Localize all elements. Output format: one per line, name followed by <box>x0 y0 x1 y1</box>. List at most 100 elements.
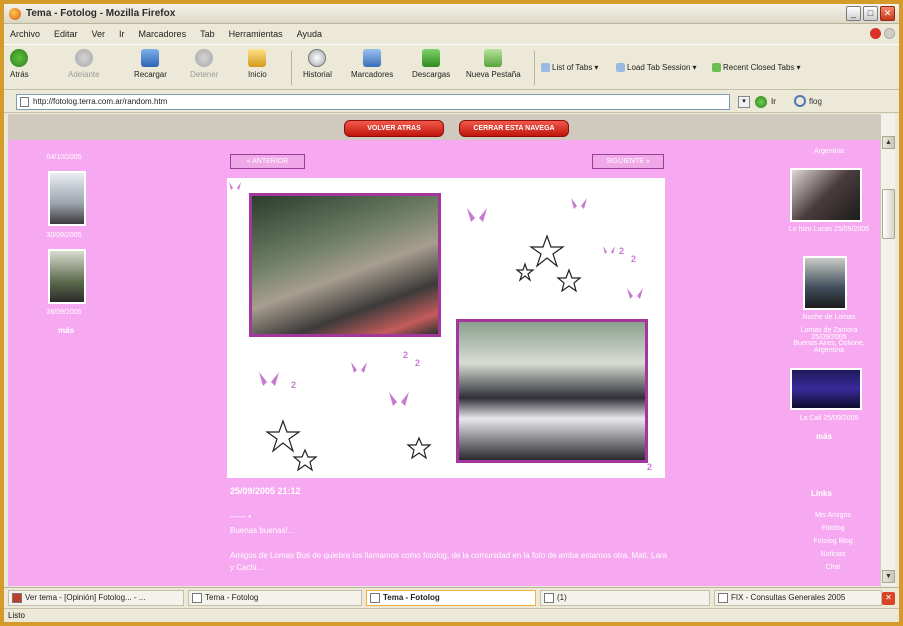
right-thumbnail[interactable] <box>790 168 862 222</box>
window-title: Tema - Fotolog - Mozilla Firefox <box>26 8 176 19</box>
main-photo[interactable]: 2 2 2 2 2 2 <box>227 178 665 478</box>
close-tab-icon[interactable]: ✕ <box>882 592 895 605</box>
menu-ir[interactable]: Ir <box>119 29 125 39</box>
svg-text:2: 2 <box>647 462 652 472</box>
tab-item[interactable]: Ver tema - [Opinión] Fotolog... - ... <box>8 590 184 606</box>
home-button[interactable]: Inicio <box>248 49 267 87</box>
toolbar-separator <box>291 51 292 85</box>
maximize-button[interactable]: □ <box>863 6 878 21</box>
load-session-icon <box>616 63 625 72</box>
menu-editar[interactable]: Editar <box>54 29 78 39</box>
tab-item[interactable]: (1) <box>540 590 710 606</box>
page-icon <box>20 97 29 107</box>
right-thumbnail[interactable] <box>790 368 862 410</box>
svg-text:2: 2 <box>415 358 420 368</box>
right-thumb-caption: Lomas de Zamora 25/09/2005 <box>800 327 858 341</box>
stop-sign-icon <box>195 49 214 67</box>
left-thumb-caption: 04/10/2005 <box>46 154 82 161</box>
link-item[interactable]: Fotolog <box>788 525 878 532</box>
left-thumb-caption: 30/09/2005 <box>46 232 82 239</box>
svg-text:2: 2 <box>403 350 408 360</box>
stop-button[interactable]: Detener <box>190 49 218 87</box>
post-greeting: Buenas buenas!... <box>230 526 295 535</box>
forward-arrow-icon <box>74 49 93 67</box>
link-item[interactable]: Noticias <box>788 551 878 558</box>
page-icon <box>544 593 554 603</box>
downloads-button[interactable]: Descargas <box>412 49 450 87</box>
browser-window: Tema - Fotolog - Mozilla Firefox _ □ ✕ A… <box>4 4 899 622</box>
new-tab-button[interactable]: Nueva Pestaña <box>466 49 521 87</box>
previous-photo-button[interactable]: « ANTERIOR <box>230 154 305 169</box>
left-thumbnail[interactable] <box>48 171 86 226</box>
search-icon[interactable] <box>794 95 806 107</box>
forum-icon <box>12 593 22 603</box>
navigation-toolbar: Atrás Adelante Recargar Detener Inicio H… <box>4 44 899 90</box>
title-bar: Tema - Fotolog - Mozilla Firefox _ □ ✕ <box>4 4 899 24</box>
closed-tabs-button[interactable]: Recent Closed Tabs ▾ <box>712 63 800 72</box>
right-thumbnail[interactable] <box>803 256 847 310</box>
list-tabs-icon <box>541 63 550 72</box>
link-item[interactable]: Chat <box>788 564 878 571</box>
right-thumb-caption: Noche de Lomas <box>802 314 856 321</box>
left-thumbnail[interactable] <box>48 249 86 304</box>
scroll-down-arrow-icon[interactable]: ▼ <box>882 570 895 583</box>
post-date: 25/09/2005 21:12 <box>230 486 301 496</box>
back-button[interactable]: Atrás <box>10 49 29 87</box>
closed-tabs-icon <box>712 63 721 72</box>
scroll-up-arrow-icon[interactable]: ▲ <box>882 136 895 149</box>
page-viewport: VOLVER ATRAS CERRAR ESTA NAVEGA « ANTERI… <box>8 114 885 586</box>
tab-item[interactable]: Tema - Fotolog <box>188 590 362 606</box>
right-thumb-caption: Argentina <box>814 148 844 155</box>
url-dropdown-button[interactable]: ▾ <box>738 96 750 108</box>
address-bar: http://fotolog.terra.com.ar/random.htm ▾… <box>4 91 899 113</box>
throbber-icon <box>884 28 895 39</box>
go-label[interactable]: Ir <box>771 97 776 106</box>
download-icon <box>422 49 441 67</box>
url-input[interactable]: http://fotolog.terra.com.ar/random.htm <box>16 94 730 110</box>
photo-group-top <box>249 193 441 337</box>
bookmarks-icon <box>363 49 382 67</box>
menu-ayuda[interactable]: Ayuda <box>297 29 322 39</box>
left-thumb-caption: 28/09/2005 <box>46 309 82 316</box>
home-icon <box>248 49 267 67</box>
close-navigation-button[interactable]: CERRAR ESTA NAVEGA <box>459 120 569 137</box>
history-button[interactable]: Historial <box>303 49 332 87</box>
status-bar: Listo <box>4 608 899 622</box>
scroll-thumb[interactable] <box>882 189 895 239</box>
svg-text:2: 2 <box>619 246 624 256</box>
reload-icon <box>141 49 160 67</box>
menu-tab[interactable]: Tab <box>200 29 215 39</box>
list-tabs-button[interactable]: List of Tabs ▾ <box>541 63 598 72</box>
menu-herramientas[interactable]: Herramientas <box>229 29 283 39</box>
go-icon[interactable] <box>755 96 767 108</box>
firefox-icon <box>9 8 21 20</box>
menu-marcadores[interactable]: Marcadores <box>139 29 187 39</box>
menu-archivo[interactable]: Archivo <box>10 29 40 39</box>
right-thumb-caption: Buenos Aires, Ostione, Argentina <box>793 340 865 354</box>
photo-group-bottom <box>456 319 648 463</box>
svg-text:2: 2 <box>291 380 296 390</box>
back-arrow-icon <box>10 49 29 67</box>
vertical-scrollbar[interactable]: ▲ ▼ <box>880 114 895 586</box>
right-more-link[interactable]: más <box>816 432 832 441</box>
right-thumb-caption: La Cali 25/09/2005 <box>799 415 859 422</box>
left-more-link[interactable]: más <box>58 326 74 335</box>
minimize-button[interactable]: _ <box>846 6 861 21</box>
stop-icon[interactable] <box>870 28 881 39</box>
link-item[interactable]: Mis Amigos <box>788 512 878 519</box>
load-session-button[interactable]: Load Tab Session ▾ <box>616 63 696 72</box>
search-input[interactable]: flog <box>809 97 822 106</box>
next-photo-button[interactable]: SIGUIENTE » <box>592 154 664 169</box>
tab-item-active[interactable]: Tema - Fotolog <box>366 590 536 606</box>
tab-item[interactable]: FIX - Consultas Generales 2005 <box>714 590 882 606</box>
forward-button[interactable]: Adelante <box>68 49 100 87</box>
page-icon <box>370 593 380 603</box>
back-page-button[interactable]: VOLVER ATRAS <box>344 120 444 137</box>
toolbar-separator <box>534 51 535 85</box>
close-button[interactable]: ✕ <box>880 6 895 21</box>
menu-ver[interactable]: Ver <box>92 29 106 39</box>
link-item[interactable]: Fotolog Blog <box>788 538 878 545</box>
bookmarks-button[interactable]: Marcadores <box>351 49 393 87</box>
post-body: Amigos de Lomas Bus de quiebra los llama… <box>230 551 668 572</box>
reload-button[interactable]: Recargar <box>134 49 167 87</box>
